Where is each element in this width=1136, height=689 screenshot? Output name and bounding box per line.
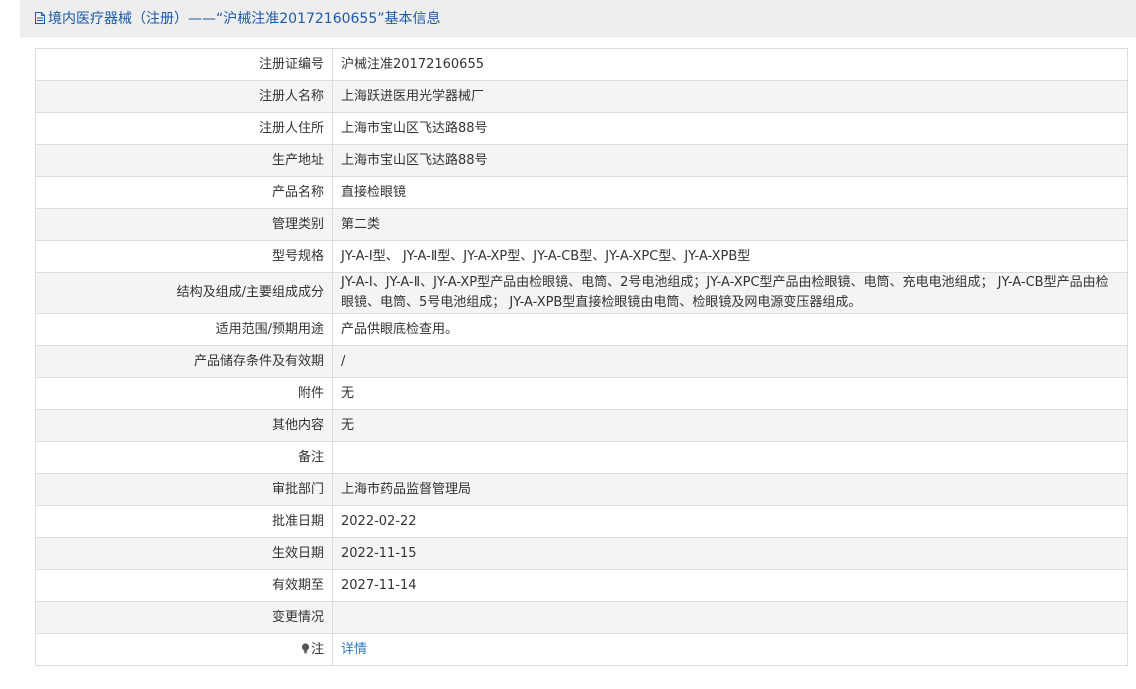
info-table-wrap: 注册证编号 沪械注准20172160655 注册人名称 上海跃进医用光学器械厂 … [35, 48, 1128, 666]
row-value [332, 601, 1128, 634]
row-value: 产品供眼底检查用。 [332, 313, 1128, 346]
table-row: 附件 无 [35, 377, 1128, 410]
row-label: 审批部门 [35, 473, 333, 506]
table-row: 变更情况 [35, 601, 1128, 634]
table-row: 备注 [35, 441, 1128, 474]
row-value [332, 441, 1128, 474]
details-link[interactable]: 详情 [341, 642, 367, 657]
row-value: 直接检眼镜 [332, 176, 1128, 209]
row-value: 上海市宝山区飞达路88号 [332, 144, 1128, 177]
page-title-bar: 境内医疗器械（注册）——“沪械注准20172160655”基本信息 [20, 0, 1136, 37]
detail-panel: 境内医疗器械（注册）——“沪械注准20172160655”基本信息 注册证编号 … [20, 0, 1136, 689]
table-row: 生效日期 2022-11-15 [35, 537, 1128, 570]
table-row: 审批部门 上海市药品监督管理局 [35, 473, 1128, 506]
info-table: 注册证编号 沪械注准20172160655 注册人名称 上海跃进医用光学器械厂 … [35, 48, 1128, 666]
table-row: 管理类别 第二类 [35, 208, 1128, 241]
row-label: 产品名称 [35, 176, 333, 209]
row-label: 附件 [35, 377, 333, 410]
document-icon [35, 12, 45, 24]
table-row: 批准日期 2022-02-22 [35, 505, 1128, 538]
table-row: 有效期至 2027-11-14 [35, 569, 1128, 602]
table-row: 产品储存条件及有效期 / [35, 345, 1128, 378]
row-label: 注册人名称 [35, 80, 333, 113]
row-value: 沪械注准20172160655 [332, 48, 1128, 81]
row-label: 生效日期 [35, 537, 333, 570]
table-row: 其他内容 无 [35, 409, 1128, 442]
row-label: 生产地址 [35, 144, 333, 177]
row-label: 有效期至 [35, 569, 333, 602]
row-value: 上海市宝山区飞达路88号 [332, 112, 1128, 145]
table-row: 生产地址 上海市宝山区飞达路88号 [35, 144, 1128, 177]
row-value: JY-A-Ⅰ、JY-A-Ⅱ、JY-A-XP型产品由检眼镜、电筒、2号电池组成；J… [332, 272, 1128, 314]
row-value: 2022-02-22 [332, 505, 1128, 538]
row-label: 批准日期 [35, 505, 333, 538]
table-row: 注册人住所 上海市宝山区飞达路88号 [35, 112, 1128, 145]
row-value: JY-A-Ⅰ型、 JY-A-Ⅱ型、JY-A-XP型、JY-A-CB型、JY-A-… [332, 240, 1128, 273]
table-row: 结构及组成/主要组成成分 JY-A-Ⅰ、JY-A-Ⅱ、JY-A-XP型产品由检眼… [35, 272, 1128, 314]
table-row: 产品名称 直接检眼镜 [35, 176, 1128, 209]
table-row: 型号规格 JY-A-Ⅰ型、 JY-A-Ⅱ型、JY-A-XP型、JY-A-CB型、… [35, 240, 1128, 273]
note-row: 注 详情 [35, 633, 1128, 666]
lightbulb-icon [301, 641, 310, 653]
note-value-cell: 详情 [332, 633, 1128, 666]
row-label: 其他内容 [35, 409, 333, 442]
row-label: 注册人住所 [35, 112, 333, 145]
row-label: 结构及组成/主要组成成分 [35, 272, 333, 314]
page-title: 境内医疗器械（注册）——“沪械注准20172160655”基本信息 [48, 11, 441, 27]
row-label: 型号规格 [35, 240, 333, 273]
row-value: 上海跃进医用光学器械厂 [332, 80, 1128, 113]
table-row: 注册证编号 沪械注准20172160655 [35, 48, 1128, 81]
row-value: 2022-11-15 [332, 537, 1128, 570]
row-label: 管理类别 [35, 208, 333, 241]
row-label: 适用范围/预期用途 [35, 313, 333, 346]
row-label: 变更情况 [35, 601, 333, 634]
row-label: 注册证编号 [35, 48, 333, 81]
row-value: 第二类 [332, 208, 1128, 241]
row-value: / [332, 345, 1128, 378]
table-row: 适用范围/预期用途 产品供眼底检查用。 [35, 313, 1128, 346]
row-value: 无 [332, 377, 1128, 410]
note-label-cell: 注 [35, 633, 333, 666]
row-value: 无 [332, 409, 1128, 442]
note-label: 注 [310, 641, 324, 657]
table-row: 注册人名称 上海跃进医用光学器械厂 [35, 80, 1128, 113]
row-value: 2027-11-14 [332, 569, 1128, 602]
row-label: 备注 [35, 441, 333, 474]
left-gutter [0, 0, 20, 689]
row-value: 上海市药品监督管理局 [332, 473, 1128, 506]
row-label: 产品储存条件及有效期 [35, 345, 333, 378]
